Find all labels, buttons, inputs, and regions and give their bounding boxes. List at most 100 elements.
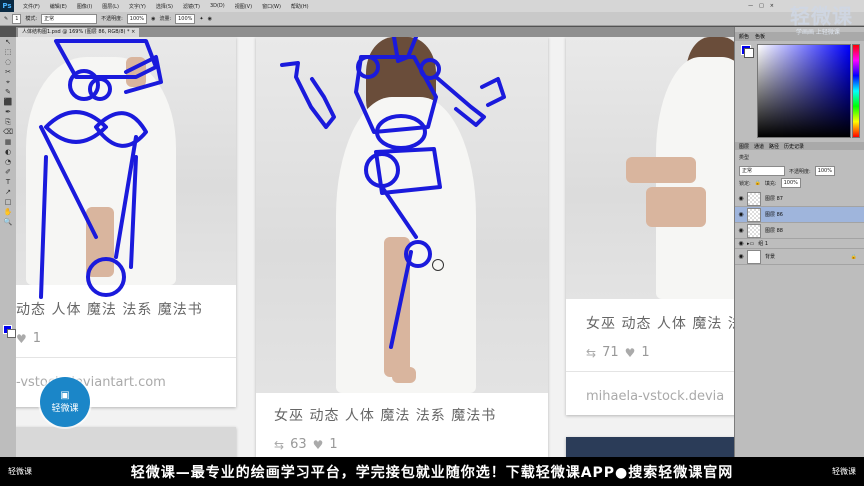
tab-history[interactable]: 历史记录	[784, 143, 804, 150]
center-figure-right-arm-stroke	[434, 75, 486, 127]
pressure-opacity-icon[interactable]: ◉	[151, 16, 155, 22]
path-select-tool-icon[interactable]: ↗	[3, 189, 13, 196]
brush-tool-icon[interactable]: ✎	[4, 16, 8, 22]
document-tab-close-icon[interactable]: ×	[131, 29, 135, 35]
layer-name: 图层 86	[765, 212, 783, 218]
type-tool-icon[interactable]: T	[3, 179, 13, 186]
lock-label: 锁定:	[739, 180, 751, 187]
layer-name: 组 1	[758, 241, 769, 247]
hue-slider[interactable]	[852, 44, 860, 138]
hand-tool-icon[interactable]: ✋	[3, 209, 13, 216]
menu-help[interactable]: 帮助(H)	[286, 3, 314, 10]
layer-row-background[interactable]: ◉ 背景 🔒	[735, 249, 864, 265]
layer-name: 图层 87	[765, 196, 783, 202]
maximize-button[interactable]: □	[759, 3, 764, 9]
gradient-tool-icon[interactable]: ▦	[3, 139, 13, 146]
qwk-logo-badge[interactable]: ▣ 轻微课	[40, 377, 90, 427]
flow-input[interactable]: 100%	[175, 13, 196, 24]
eye-icon[interactable]: ◉	[735, 253, 747, 260]
close-button[interactable]: ×	[770, 3, 774, 9]
left-figure-knee-stroke	[86, 257, 126, 297]
banner-left-logo: 轻微课	[8, 467, 32, 476]
color-field[interactable]	[757, 44, 851, 138]
airbrush-icon[interactable]: ✦	[199, 16, 203, 22]
eraser-tool-icon[interactable]: ⌫	[3, 129, 13, 136]
tab-color[interactable]: 颜色	[739, 33, 749, 40]
clone-tool-icon[interactable]: ⎘	[3, 119, 13, 126]
eye-icon[interactable]: ◉	[735, 211, 747, 218]
history-brush-tool-icon[interactable]: ✒	[3, 109, 13, 116]
layer-thumbnail	[747, 207, 761, 222]
layer-opacity-label: 不透明度:	[789, 168, 811, 175]
tab-channels[interactable]: 通道	[754, 143, 764, 150]
mode-label: 模式:	[25, 16, 38, 22]
lock-icon: 🔒	[850, 253, 857, 260]
blur-tool-icon[interactable]: ◐	[3, 149, 13, 156]
folder-icon: ▸▭	[747, 240, 755, 247]
document-tab[interactable]: 人体结构图1.psd @ 169% (图层 86, RGB/8) * ×	[18, 28, 140, 37]
eyedropper-tool-icon[interactable]: ⌖	[3, 79, 13, 86]
layer-opacity-input[interactable]: 100%	[814, 166, 835, 176]
promo-banner: 轻微课 轻微课—最专业的绘画学习平台，学完接包就业随你选！下载轻微课APP●搜索…	[0, 457, 864, 486]
pressure-size-icon[interactable]: ◉	[208, 16, 212, 22]
layer-blend-row: 正常 不透明度: 100%	[739, 166, 835, 176]
watermark: 轻微课 学画画 上轻微课	[788, 0, 864, 36]
menu-type[interactable]: 文字(Y)	[124, 3, 151, 10]
crop-tool-icon[interactable]: ✂	[3, 69, 13, 76]
move-tool-icon[interactable]: ↖	[3, 39, 13, 46]
panel-background-swatch[interactable]	[744, 48, 754, 58]
eye-icon[interactable]: ◉	[735, 227, 747, 234]
layer-name: 背景	[765, 254, 776, 260]
opacity-input[interactable]: 100%	[126, 13, 148, 24]
layer-group-row[interactable]: ◉ ▸▭ 组 1	[735, 239, 864, 249]
mode-select[interactable]: 正常	[41, 13, 98, 24]
menu-filter[interactable]: 滤镜(T)	[178, 3, 205, 10]
center-figure-leg-stroke	[380, 185, 418, 349]
layer-row[interactable]: ◉ 图层 88	[735, 223, 864, 239]
ps-logo: Ps	[0, 0, 14, 12]
pen-tool-icon[interactable]: ✐	[3, 169, 13, 176]
banner-text: 轻微课—最专业的绘画学习平台，学完接包就业随你选！下载轻微课APP●搜索轻微课官…	[130, 464, 734, 481]
dodge-tool-icon[interactable]: ◔	[3, 159, 13, 166]
marquee-tool-icon[interactable]: ⬚	[3, 49, 13, 56]
brush-cursor-icon	[432, 259, 444, 271]
menu-window[interactable]: 窗口(W)	[257, 3, 286, 10]
tab-swatches[interactable]: 色板	[755, 33, 765, 40]
tab-paths[interactable]: 路径	[769, 143, 779, 150]
menu-view[interactable]: 视图(V)	[230, 3, 257, 10]
layer-name: 图层 88	[765, 228, 783, 234]
fill-input[interactable]: 100%	[780, 178, 801, 188]
eye-icon[interactable]: ◉	[735, 195, 747, 202]
stamp-tool-icon[interactable]: ⬛	[3, 99, 13, 106]
lasso-tool-icon[interactable]: ◌	[3, 59, 13, 66]
menu-3d[interactable]: 3D(D)	[205, 3, 230, 9]
menu-edit[interactable]: 编辑(E)	[45, 3, 72, 10]
document-canvas[interactable]: 动态 人体 魔法 法系 魔法书 ♥ 1 -vstock.deviantart.c…	[16, 37, 734, 457]
tab-layers[interactable]: 图层	[739, 143, 749, 150]
watermark-subtitle: 学画画 上轻微课	[796, 29, 840, 36]
layer-kind-label[interactable]: 类型	[739, 154, 749, 161]
menu-select[interactable]: 选择(S)	[151, 3, 178, 10]
shape-tool-icon[interactable]: □	[3, 199, 13, 206]
flow-label: 流量:	[159, 16, 172, 22]
background-color-swatch[interactable]	[7, 329, 16, 338]
center-figure-left-arm-stroke	[280, 61, 336, 129]
document-tab-title: 人体结构图1.psd @ 169% (图层 86, RGB/8) *	[22, 29, 130, 35]
document-tab-bar: 人体结构图1.psd @ 169% (图层 86, RGB/8) * ×	[16, 27, 734, 37]
opacity-label: 不透明度:	[101, 16, 123, 22]
lock-icon[interactable]: 🔒	[755, 180, 761, 186]
blend-mode-select[interactable]: 正常	[739, 166, 785, 176]
minimize-button[interactable]: —	[748, 3, 753, 9]
menu-layer[interactable]: 图层(L)	[97, 3, 124, 10]
layer-thumbnail	[747, 223, 761, 238]
zoom-tool-icon[interactable]: 🔍	[3, 219, 13, 226]
layer-row[interactable]: ◉ 图层 87	[735, 191, 864, 207]
menu-bar: Ps 文件(F) 编辑(E) 图像(I) 图层(L) 文字(Y) 选择(S) 滤…	[0, 0, 864, 12]
menu-file[interactable]: 文件(F)	[18, 3, 45, 10]
menu-image[interactable]: 图像(I)	[72, 3, 97, 10]
brush-tool-icon[interactable]: ✎	[3, 89, 13, 96]
layer-row-selected[interactable]: ◉ 图层 86	[735, 207, 864, 223]
layer-thumbnail	[747, 191, 761, 206]
brush-size-picker[interactable]: 1	[12, 13, 22, 24]
eye-icon[interactable]: ◉	[735, 240, 747, 247]
